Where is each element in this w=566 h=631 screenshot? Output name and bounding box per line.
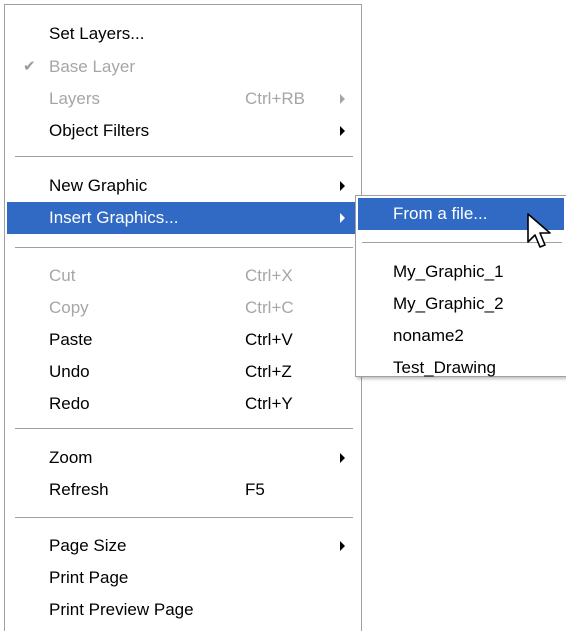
menu-item-label: Base Layer bbox=[49, 57, 135, 76]
menu-item-label: From a file... bbox=[393, 204, 488, 223]
menu-item-label: Cut bbox=[49, 266, 76, 285]
submenu-arrow-icon bbox=[340, 94, 345, 104]
menu-item-label: Layers bbox=[49, 89, 101, 108]
menu-item-set-layers[interactable]: Set Layers... bbox=[7, 18, 359, 50]
mouse-pointer-icon bbox=[527, 213, 551, 248]
menu-item-shortcut: Ctrl+C bbox=[245, 298, 294, 317]
menu-item-redo[interactable]: Redo Ctrl+Y bbox=[7, 388, 359, 420]
menu-item-label: Print Preview Page bbox=[49, 600, 194, 619]
context-menu-screen: Set Layers... ✔ Base Layer Layers Ctrl+R… bbox=[0, 0, 566, 631]
menu-item-shortcut: Ctrl+X bbox=[245, 266, 293, 285]
submenu-item-graphic[interactable]: Test_Drawing bbox=[358, 352, 564, 384]
menu-item-cut[interactable]: Cut Ctrl+X bbox=[7, 260, 359, 292]
menu-item-insert-graphics[interactable]: Insert Graphics... bbox=[7, 202, 359, 234]
menu-separator bbox=[15, 517, 353, 518]
menu-item-shortcut: Ctrl+V bbox=[245, 330, 293, 349]
menu-item-base-layer[interactable]: ✔ Base Layer bbox=[7, 51, 359, 83]
menu-item-copy[interactable]: Copy Ctrl+C bbox=[7, 292, 359, 324]
menu-item-label: Refresh bbox=[49, 480, 109, 499]
menu-item-label: Set Layers... bbox=[49, 24, 145, 43]
menu-separator bbox=[15, 247, 353, 248]
menu-item-label: New Graphic bbox=[49, 176, 148, 195]
context-menu: Set Layers... ✔ Base Layer Layers Ctrl+R… bbox=[4, 4, 362, 631]
menu-item-label: Paste bbox=[49, 330, 93, 349]
menu-separator bbox=[15, 156, 353, 157]
submenu-arrow-icon bbox=[340, 181, 345, 191]
submenu-item-graphic[interactable]: noname2 bbox=[358, 320, 564, 352]
menu-item-label: My_Graphic_2 bbox=[393, 294, 504, 313]
check-icon: ✔ bbox=[23, 58, 36, 75]
menu-item-object-filters[interactable]: Object Filters bbox=[7, 115, 359, 147]
submenu-arrow-icon bbox=[340, 213, 345, 223]
menu-item-label: Redo bbox=[49, 394, 90, 413]
menu-item-page-size[interactable]: Page Size bbox=[7, 530, 359, 562]
menu-item-label: Test_Drawing bbox=[393, 358, 496, 377]
menu-item-zoom[interactable]: Zoom bbox=[7, 442, 359, 474]
submenu-item-graphic[interactable]: My_Graphic_1 bbox=[358, 256, 564, 288]
menu-item-shortcut: Ctrl+Y bbox=[245, 394, 293, 413]
menu-item-new-graphic[interactable]: New Graphic bbox=[7, 170, 359, 202]
menu-item-print-preview-page[interactable]: Print Preview Page bbox=[7, 594, 359, 626]
menu-item-shortcut: F5 bbox=[245, 480, 265, 499]
menu-separator bbox=[15, 428, 353, 429]
menu-item-shortcut: Ctrl+Z bbox=[245, 362, 292, 381]
menu-item-label: Print Page bbox=[49, 568, 129, 587]
menu-item-layers[interactable]: Layers Ctrl+RB bbox=[7, 83, 359, 115]
menu-item-label: Page Size bbox=[49, 536, 127, 555]
menu-item-label: Copy bbox=[49, 298, 89, 317]
menu-item-print-page[interactable]: Print Page bbox=[7, 562, 359, 594]
menu-item-label: noname2 bbox=[393, 326, 464, 345]
menu-item-shortcut: Ctrl+RB bbox=[245, 89, 305, 108]
submenu-arrow-icon bbox=[340, 541, 345, 551]
menu-item-label: Zoom bbox=[49, 448, 93, 467]
submenu-arrow-icon bbox=[340, 126, 345, 136]
menu-item-undo[interactable]: Undo Ctrl+Z bbox=[7, 356, 359, 388]
submenu-item-graphic[interactable]: My_Graphic_2 bbox=[358, 288, 564, 320]
menu-item-label: Undo bbox=[49, 362, 90, 381]
menu-item-refresh[interactable]: Refresh F5 bbox=[7, 474, 359, 506]
menu-item-label: Insert Graphics... bbox=[49, 208, 179, 227]
menu-item-paste[interactable]: Paste Ctrl+V bbox=[7, 324, 359, 356]
menu-item-label: My_Graphic_1 bbox=[393, 262, 504, 281]
menu-item-label: Object Filters bbox=[49, 121, 150, 140]
submenu-arrow-icon bbox=[340, 453, 345, 463]
